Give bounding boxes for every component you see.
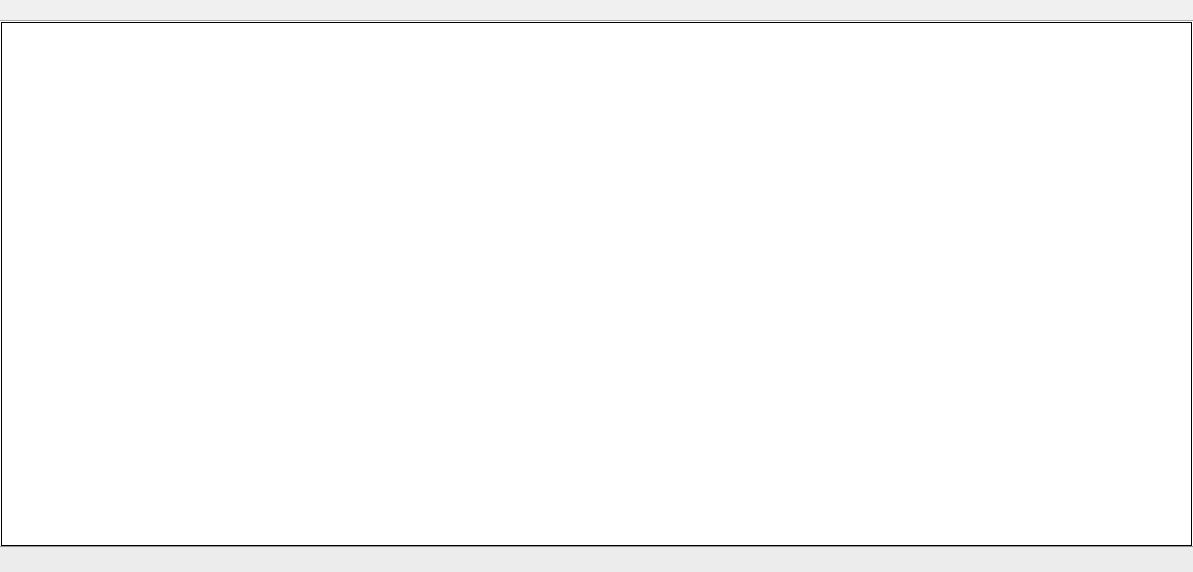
period-toolbar (0, 0, 1193, 21)
tab-scroll-arrows (1173, 547, 1193, 572)
chart-title (13, 28, 26, 42)
trading-app-window (0, 0, 1193, 572)
chart-window (1, 22, 1192, 546)
symbol-tab-bar (0, 546, 1193, 572)
chart-canvas[interactable] (2, 23, 1191, 545)
